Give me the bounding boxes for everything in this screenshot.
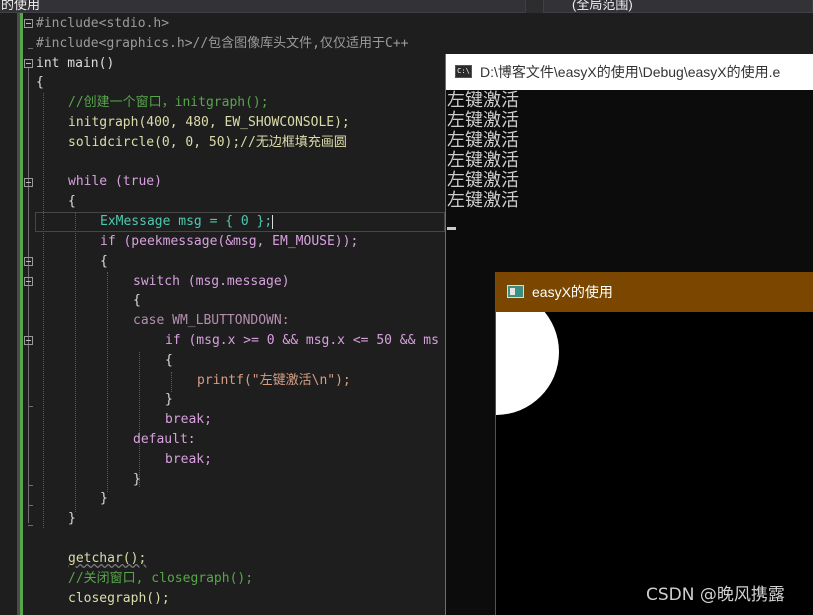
code-line: } [133, 470, 141, 490]
console-output-line: 左键激活 [447, 190, 519, 211]
indent-guide [107, 272, 108, 492]
code-line: if (msg.x >= 0 && msg.x <= 50 && ms [165, 331, 439, 351]
code-line: initgraph(400, 480, EW_SHOWCONSOLE); [68, 113, 350, 133]
code-token: solidcircle(0, 0, 50);//无边框填充画圆 [68, 135, 347, 150]
fold-toggle-icon[interactable] [24, 277, 33, 286]
code-token: default: [133, 432, 196, 447]
indent-guide [139, 352, 140, 487]
code-token: printf("左键激活\n"); [197, 373, 351, 388]
code-line: switch (msg.message) [133, 272, 290, 292]
global-scope-label: (全局范围) [572, 0, 633, 12]
console-output-line: 左键激活 [447, 110, 519, 131]
white-circle[interactable] [496, 312, 559, 415]
easyx-app-icon [507, 285, 524, 298]
code-line: solidcircle(0, 0, 50);//无边框填充画圆 [68, 133, 347, 153]
graphics-canvas[interactable] [496, 312, 813, 615]
fold-line [28, 485, 33, 486]
fold-line [28, 525, 33, 526]
file-scope-label: 的使用 [1, 0, 41, 12]
code-line: #include<graphics.h>//包含图像库头文件,仅仅适用于C++ [36, 34, 409, 54]
code-line: { [133, 291, 141, 311]
code-token: case WM_LBUTTONDOWN: [133, 313, 290, 328]
easyx-window[interactable]: easyX的使用 [495, 272, 813, 615]
code-token: break; [165, 412, 212, 427]
code-line: default: [133, 430, 196, 450]
code-token: { [100, 254, 108, 269]
code-line: } [68, 509, 76, 529]
fold-line [28, 48, 33, 49]
code-token: if (msg.x >= 0 && msg.x <= 50 && ms [165, 333, 439, 348]
code-line: while (true) [68, 172, 162, 192]
code-line: break; [165, 450, 212, 470]
console-output-line: 左键激活 [447, 90, 519, 111]
code-token: #include<stdio.h> [36, 16, 170, 31]
code-token: } [100, 491, 108, 506]
fold-line [28, 505, 33, 506]
code-line: closegraph(); [68, 589, 170, 609]
global-scope-dropdown[interactable]: (全局范围) [543, 0, 813, 13]
code-line: //关闭窗口, closegraph(); [68, 569, 253, 589]
indent-guide [75, 212, 76, 512]
watermark: CSDN @晚风携露 [646, 585, 785, 605]
text-caret [272, 214, 274, 229]
code-line: getchar(); [68, 549, 146, 569]
code-token: { [36, 75, 44, 90]
console-cursor [447, 227, 456, 230]
code-line: } [100, 489, 108, 509]
code-line: printf("左键激活\n"); [197, 371, 351, 391]
indent-guide [171, 372, 172, 392]
indent-guide [43, 93, 44, 528]
fold-toggle-icon[interactable] [24, 178, 33, 187]
code-token: initgraph(400, 480, EW_SHOWCONSOLE); [68, 115, 350, 130]
code-line: #include<stdio.h> [36, 14, 169, 34]
console-output-line: 左键激活 [447, 130, 519, 151]
code-line: } [165, 390, 173, 410]
navigation-bar: 的使用 (全局范围) [0, 0, 813, 13]
file-scope-dropdown[interactable]: 的使用 [0, 0, 526, 13]
code-token: //创建一个窗口，initgraph(); [68, 95, 269, 110]
code-token: { [133, 293, 141, 308]
code-token: { [68, 194, 76, 209]
code-token: getchar(); [68, 551, 147, 566]
fold-line [28, 68, 29, 523]
easyx-title: easyX的使用 [532, 284, 613, 300]
code-token: switch (msg.message) [133, 274, 290, 289]
fold-toggle-icon[interactable] [24, 336, 33, 345]
code-line: { [165, 351, 173, 371]
fold-toggle-icon[interactable] [24, 59, 33, 68]
console-title: D:\博客文件\easyX的使用\Debug\easyX的使用.e [480, 64, 781, 80]
console-output: 左键激活 左键激活 左键激活 左键激活 左键激活 左键激活 [447, 91, 519, 211]
console-output-line: 左键激活 [447, 150, 519, 171]
fold-line [28, 406, 33, 407]
code-token: //关闭窗口, closegraph(); [68, 571, 254, 586]
code-line: { [68, 192, 76, 212]
code-line: if (peekmessage(&msg, EM_MOUSE)); [100, 232, 358, 252]
code-token: if (peekmessage(&msg, EM_MOUSE)); [100, 234, 359, 249]
code-token: while (true) [68, 174, 162, 189]
code-line: { [100, 252, 108, 272]
code-line: ExMessage msg = { 0 }; [100, 212, 274, 232]
code-token: } [133, 472, 141, 487]
code-line: { [36, 73, 44, 93]
code-line: case WM_LBUTTONDOWN: [133, 311, 290, 331]
easyx-titlebar[interactable]: easyX的使用 [496, 272, 813, 312]
code-line: //创建一个窗口，initgraph(); [68, 93, 269, 113]
fold-toggle-icon[interactable] [24, 19, 33, 28]
code-token: } [165, 392, 173, 407]
code-token: #include<graphics.h>//包含图像库头文件,仅仅适用于C++ [36, 36, 409, 51]
change-indicator-bar [20, 13, 23, 615]
code-token: closegraph(); [68, 591, 170, 606]
code-line: int main() [36, 54, 114, 74]
console-titlebar[interactable]: C:\ D:\博客文件\easyX的使用\Debug\easyX的使用.e [446, 54, 813, 90]
code-token: { [165, 353, 173, 368]
console-app-icon: C:\ [455, 65, 472, 78]
code-token: break; [165, 452, 212, 467]
code-line: break; [165, 410, 212, 430]
code-token: int main() [36, 56, 115, 71]
fold-toggle-icon[interactable] [24, 257, 33, 266]
code-token: ExMessage msg = { 0 }; [100, 214, 273, 229]
code-token: } [68, 511, 76, 526]
console-output-line: 左键激活 [447, 170, 519, 191]
